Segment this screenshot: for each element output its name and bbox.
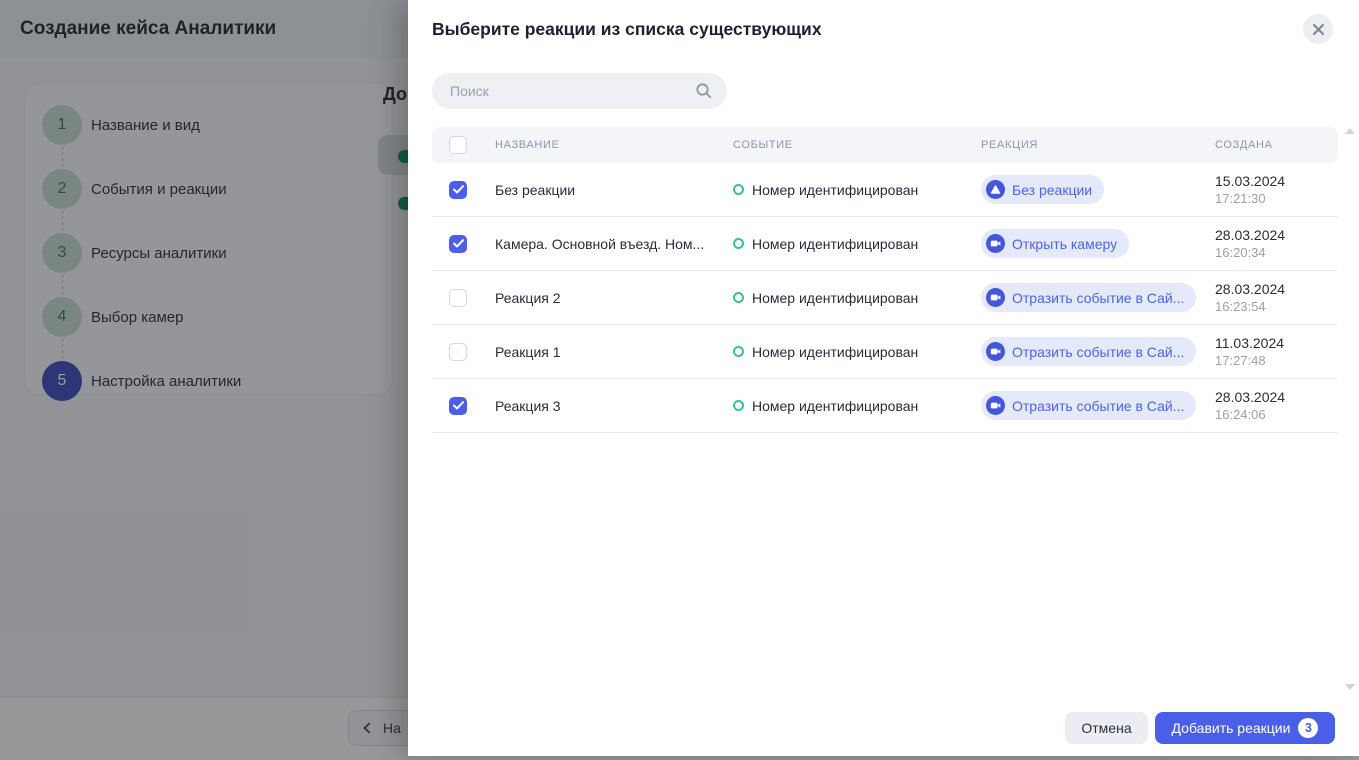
- reaction-label: Без реакции: [1012, 182, 1092, 198]
- reaction-name: Реакция 3: [495, 398, 561, 414]
- reaction-badge: Отразить событие в Сай...: [981, 283, 1196, 312]
- reaction-name: Камера. Основной въезд. Ном...: [495, 236, 704, 252]
- reaction-badge: Открыть камеру: [981, 229, 1129, 258]
- event-status-icon: [733, 346, 744, 357]
- row-checkbox[interactable]: [449, 397, 467, 415]
- event-name: Номер идентифицирован: [752, 182, 918, 198]
- select-reactions-modal: Выберите реакции из списка существующих: [408, 0, 1359, 756]
- reaction-label: Отразить событие в Сай...: [1012, 398, 1184, 414]
- search-input[interactable]: [432, 73, 695, 109]
- created-time: 16:20:34: [1215, 244, 1266, 261]
- add-reactions-button[interactable]: Добавить реакции 3: [1155, 712, 1335, 744]
- created-date: 15.03.2024: [1215, 172, 1285, 190]
- table-row[interactable]: Реакция 2 Номер идентифицирован Отразить: [432, 271, 1338, 325]
- selected-count-badge: 3: [1298, 718, 1318, 738]
- event-name: Номер идентифицирован: [752, 236, 918, 252]
- cancel-button[interactable]: Отмена: [1065, 712, 1148, 744]
- search-box: [432, 73, 727, 109]
- event-status-icon: [733, 184, 744, 195]
- reaction-icon: [986, 396, 1005, 415]
- row-checkbox[interactable]: [449, 235, 467, 253]
- reaction-name: Реакция 1: [495, 344, 561, 360]
- reactions-list: Без реакции Номер идентифицирован Без ре: [432, 163, 1338, 433]
- event-name: Номер идентифицирован: [752, 398, 918, 414]
- close-icon: [1312, 23, 1325, 36]
- reaction-label: Открыть камеру: [1012, 236, 1117, 252]
- table-row[interactable]: Реакция 1 Номер идентифицирован Отразить: [432, 325, 1338, 379]
- table-header: НАЗВАНИЕ СОБЫТИЕ РЕАКЦИЯ СОЗДАНА: [432, 127, 1338, 163]
- event-status-icon: [733, 292, 744, 303]
- event-status-icon: [733, 238, 744, 249]
- table-row[interactable]: Камера. Основной въезд. Ном... Номер иде…: [432, 217, 1338, 271]
- event-status-icon: [733, 400, 744, 411]
- created-date: 11.03.2024: [1215, 334, 1284, 352]
- reaction-badge: Отразить событие в Сай...: [981, 391, 1196, 420]
- reaction-name: Реакция 2: [495, 290, 561, 306]
- column-header-created: СОЗДАНА: [1215, 139, 1273, 151]
- reaction-label: Отразить событие в Сай...: [1012, 344, 1184, 360]
- table-row[interactable]: Реакция 3 Номер идентифицирован Отразить: [432, 379, 1338, 433]
- add-reactions-label: Добавить реакции: [1172, 720, 1291, 736]
- reaction-label: Отразить событие в Сай...: [1012, 290, 1184, 306]
- row-checkbox[interactable]: [449, 181, 467, 199]
- select-all-checkbox[interactable]: [449, 136, 467, 154]
- created-time: 16:24:06: [1215, 406, 1266, 423]
- column-header-event: СОБЫТИЕ: [733, 139, 793, 151]
- created-date: 28.03.2024: [1215, 388, 1285, 406]
- created-time: 16:23:54: [1215, 298, 1266, 315]
- reaction-icon: [986, 342, 1005, 361]
- modal-title: Выберите реакции из списка существующих: [432, 19, 822, 40]
- row-checkbox[interactable]: [449, 343, 467, 361]
- reaction-badge: Без реакции: [981, 175, 1104, 204]
- scroll-up-arrow[interactable]: [1345, 128, 1355, 134]
- created-time: 17:21:30: [1215, 190, 1266, 207]
- search-icon[interactable]: [695, 82, 713, 100]
- screen: Создание кейса Аналитики 1 Название и ви…: [0, 0, 1359, 760]
- column-header-reaction: РЕАКЦИЯ: [981, 139, 1038, 151]
- reaction-icon: [986, 234, 1005, 253]
- reaction-icon: [986, 180, 1005, 199]
- scroll-down-arrow[interactable]: [1345, 684, 1355, 690]
- event-name: Номер идентифицирован: [752, 344, 918, 360]
- reaction-icon: [986, 288, 1005, 307]
- table-row[interactable]: Без реакции Номер идентифицирован Без ре: [432, 163, 1338, 217]
- created-date: 28.03.2024: [1215, 226, 1285, 244]
- row-checkbox[interactable]: [449, 289, 467, 307]
- reaction-name: Без реакции: [495, 182, 575, 198]
- created-date: 28.03.2024: [1215, 280, 1285, 298]
- column-header-name: НАЗВАНИЕ: [495, 139, 560, 151]
- close-button[interactable]: [1303, 14, 1333, 44]
- created-time: 17:27:48: [1215, 352, 1266, 369]
- reaction-badge: Отразить событие в Сай...: [981, 337, 1196, 366]
- event-name: Номер идентифицирован: [752, 290, 918, 306]
